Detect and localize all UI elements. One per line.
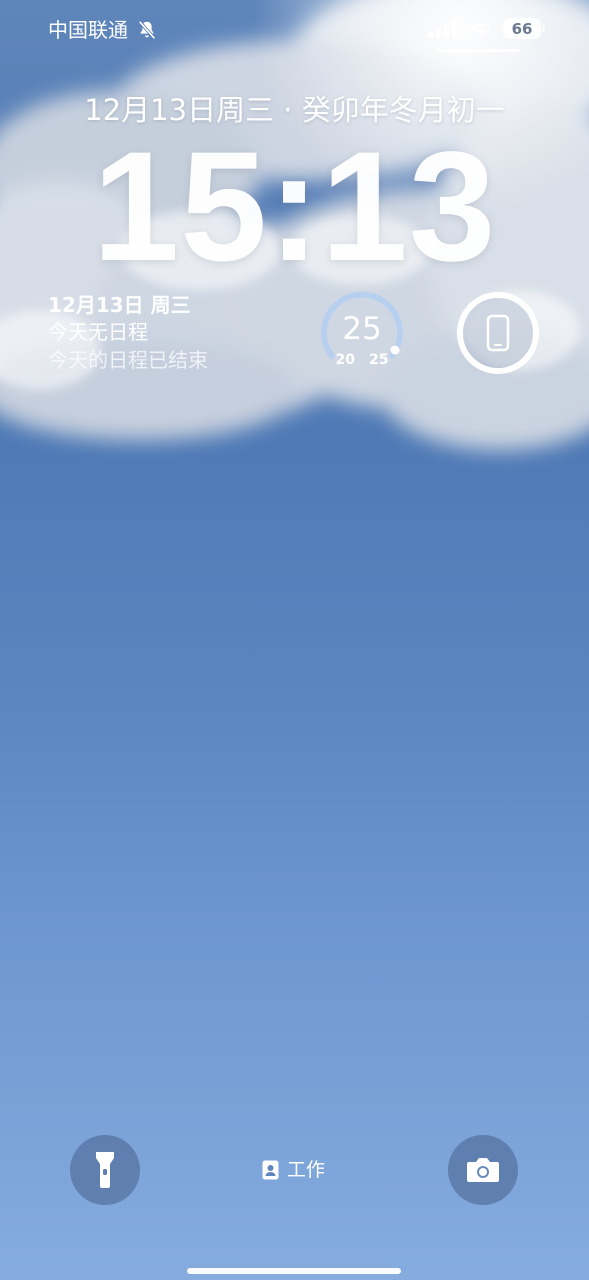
temperature-range: 20 25 (318, 352, 406, 368)
battery-level: 66 (511, 19, 533, 38)
home-indicator[interactable] (187, 1268, 401, 1274)
id-badge-icon (262, 1160, 279, 1180)
calendar-date: 12月13日 周三 (48, 293, 191, 317)
camera-icon (467, 1158, 499, 1182)
carrier-name: 中国联通 (48, 18, 128, 42)
flashlight-button[interactable] (70, 1135, 140, 1205)
device-battery-widget[interactable] (456, 291, 540, 375)
battery-indicator: 66 (503, 18, 545, 39)
flashlight-icon (96, 1152, 114, 1188)
calendar-subtitle: 今天的日程已结束 (48, 348, 208, 372)
low-temperature: 20 (335, 352, 355, 368)
camera-button[interactable] (448, 1135, 518, 1205)
wifi-icon (471, 22, 491, 37)
focus-mode-label: 工作 (287, 1159, 326, 1181)
high-temperature: 25 (369, 352, 389, 368)
calendar-status: 今天无日程 (48, 320, 148, 344)
cellular-signal-icon (428, 19, 457, 38)
weather-gauge-widget[interactable]: 25 20 25 (318, 290, 406, 370)
status-underline (437, 49, 520, 52)
calendar-widget[interactable]: 12月13日 周三 今天无日程 今天的日程已结束 (48, 292, 308, 374)
status-bar-right: 66 (427, 18, 545, 39)
focus-mode-indicator[interactable]: 工作 (262, 1157, 325, 1183)
lock-time: 15:13 (92, 120, 497, 294)
status-bar-left: 中国联通 (48, 16, 158, 44)
current-temperature: 25 (342, 311, 382, 347)
bell-slash-icon (138, 20, 156, 40)
iphone-icon (457, 292, 539, 374)
